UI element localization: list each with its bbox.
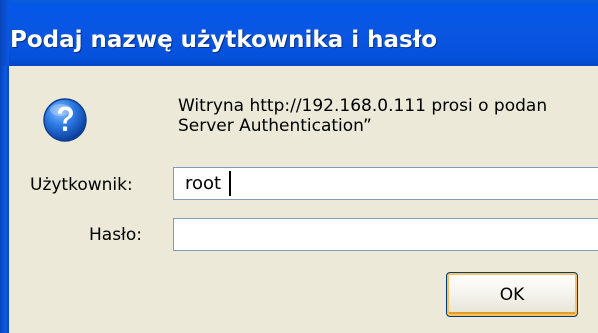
message-line-1: Witryna http://192.168.0.111 prosi o pod…: [178, 96, 548, 116]
window-frame-edge: [0, 0, 9, 66]
message-line-2: Server Authentication”: [178, 116, 372, 136]
window-left-border: [0, 66, 9, 333]
question-icon: [43, 98, 87, 142]
dialog-message: Witryna http://192.168.0.111 prosi o pod…: [178, 96, 547, 136]
password-label: Hasło:: [89, 225, 143, 245]
ok-button[interactable]: OK: [446, 272, 578, 317]
dialog-title: Podaj nazwę użytkownika i hasło: [10, 27, 438, 53]
username-label: Użytkownik:: [30, 175, 133, 195]
title-bar[interactable]: Podaj nazwę użytkownika i hasło: [0, 0, 598, 66]
username-field[interactable]: [173, 167, 598, 200]
auth-dialog: Podaj nazwę użytkownika i hasło Witryna …: [0, 0, 598, 333]
password-field[interactable]: [173, 218, 598, 251]
text-caret: [229, 171, 231, 196]
